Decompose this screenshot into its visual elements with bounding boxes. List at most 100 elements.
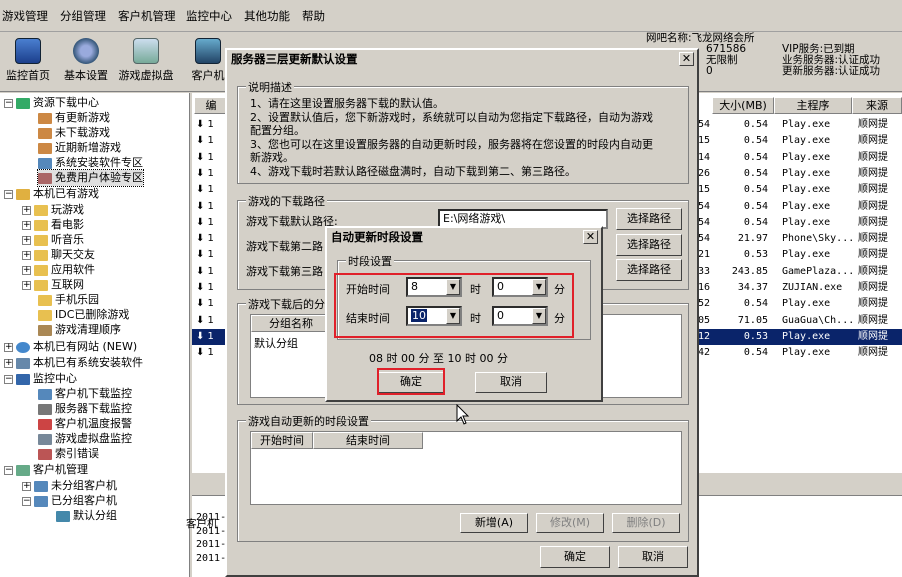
- table-cell: Play.exe: [782, 200, 831, 212]
- modify-period-button[interactable]: 修改(M): [536, 513, 604, 533]
- menu-game[interactable]: 游戏管理: [2, 8, 48, 24]
- table-cell: 52: [698, 298, 711, 310]
- table-cell: Play.exe: [782, 135, 831, 147]
- col-header-start-time[interactable]: 开始时间: [251, 432, 313, 449]
- table-cell: GamePlaza...: [782, 265, 855, 277]
- table-cell: 顺网提: [858, 167, 888, 179]
- game-icon: [38, 127, 52, 139]
- tree-root-download[interactable]: − 资源下载中心: [4, 95, 99, 111]
- time-summary: 08 时 00 分 至 10 时 00 分: [369, 352, 508, 365]
- tree-item-chat[interactable]: + 聊天交友: [22, 247, 95, 263]
- add-period-button[interactable]: 新增(A): [460, 513, 528, 533]
- tree-item-vdisk-monitor[interactable]: 游戏虚拟盘监控: [38, 431, 132, 447]
- table-cell: 05: [698, 314, 711, 326]
- info-zero: 0: [706, 65, 713, 77]
- table-cell: 243.85: [731, 265, 768, 277]
- tree-item-ungrouped-clients[interactable]: + 未分组客户机: [22, 478, 117, 494]
- tree-item-play-games[interactable]: + 玩游戏: [22, 202, 84, 218]
- tree-item-free-trial[interactable]: 免费用户体验专区: [37, 169, 144, 187]
- col-header-size[interactable]: 大小(MB): [712, 97, 774, 114]
- table-cell: 54: [698, 216, 711, 228]
- time-cancel-button[interactable]: 取消: [475, 372, 547, 393]
- table-cell: 顺网提: [858, 314, 888, 326]
- tree-item-mobile[interactable]: 手机乐园: [38, 292, 99, 308]
- highlight-time-settings: [334, 273, 574, 338]
- toolbar-monitor-button[interactable]: 监控首页: [0, 34, 56, 88]
- user-icon: [38, 172, 52, 184]
- tree-item-recent[interactable]: 近期新增游戏: [38, 140, 121, 156]
- table-cell: 顺网提: [858, 151, 888, 163]
- download-arrow-icon: ⬇ 1: [196, 265, 214, 277]
- table-cell: 顺网提: [858, 282, 888, 293]
- broom-icon: [38, 324, 52, 336]
- col-header-source[interactable]: 来源: [852, 97, 902, 114]
- highlight-ok-button: [377, 368, 445, 395]
- group-row-default[interactable]: 默认分组: [254, 335, 298, 351]
- col-header-group-name[interactable]: 分组名称: [251, 315, 331, 332]
- tree-item-idc-deleted[interactable]: IDC已删除游戏: [38, 307, 129, 323]
- close-icon[interactable]: ✕: [679, 52, 694, 66]
- table-cell: 0.53: [743, 330, 768, 342]
- tree-item-grouped-clients[interactable]: − 已分组客户机: [22, 493, 117, 509]
- tree-root-client-management[interactable]: − 客户机管理: [4, 462, 88, 478]
- table-cell: 顺网提: [858, 200, 888, 212]
- tree-item-apps[interactable]: + 应用软件: [22, 262, 95, 278]
- menu-group[interactable]: 分组管理: [60, 8, 106, 24]
- tree-item-client-download-monitor[interactable]: 客户机下载监控: [38, 386, 132, 402]
- table-cell: 0.54: [743, 347, 768, 359]
- toolbar-settings-button[interactable]: 基本设置: [58, 34, 114, 88]
- choose-path2-button[interactable]: 选择路径: [616, 234, 682, 256]
- col-header-id[interactable]: 编: [194, 97, 228, 114]
- tree-item-not-downloaded[interactable]: 未下载游戏: [38, 125, 110, 141]
- virtual-disk-icon: [38, 433, 52, 445]
- tree-root-monitor[interactable]: − 监控中心: [4, 371, 77, 387]
- computer-icon: [56, 510, 70, 522]
- delete-period-button[interactable]: 删除(D): [612, 513, 680, 533]
- table-cell: Phone\Sky...: [782, 233, 855, 245]
- software-icon: [38, 157, 52, 169]
- tree-item-internet[interactable]: + 互联网: [22, 277, 84, 293]
- log-lines: 2011- 2011- 2011- 2011-: [196, 512, 227, 564]
- toolbar-client-button[interactable]: 客户机: [186, 34, 230, 88]
- tree-item-cleanup-order[interactable]: 游戏清理顺序: [38, 322, 121, 338]
- tree-root-sys-software[interactable]: + 本机已有系统安装软件: [4, 355, 143, 371]
- tree-root-websites[interactable]: + 本机已有网站 (NEW): [4, 339, 137, 355]
- client-icon: [34, 480, 48, 492]
- tree-item-updated[interactable]: 有更新游戏: [38, 110, 110, 126]
- choose-path3-button[interactable]: 选择路径: [616, 259, 682, 281]
- toolbar-vdisk-button[interactable]: 游戏虚拟盘: [118, 34, 174, 88]
- folder-icon: [34, 219, 48, 231]
- tree-item-music[interactable]: + 听音乐: [22, 232, 84, 248]
- game-icon: [38, 112, 52, 124]
- folder-icon: [34, 264, 48, 276]
- download-arrow-icon: ⬇ 1: [196, 119, 214, 130]
- table-cell: 0.54: [743, 200, 768, 212]
- monitor-icon: [16, 373, 30, 385]
- menu-other[interactable]: 其他功能: [244, 8, 290, 24]
- tree-item-movies[interactable]: + 看电影: [22, 217, 84, 233]
- tree-item-default-group[interactable]: 默认分组: [56, 508, 117, 524]
- dialog-ok-button[interactable]: 确定: [540, 546, 610, 568]
- folder-icon: [38, 294, 52, 306]
- menu-client[interactable]: 客户机管理: [118, 8, 176, 24]
- menu-help[interactable]: 帮助: [302, 8, 325, 24]
- table-cell: 34.37: [737, 282, 768, 293]
- path3-label: 游戏下载第三路: [246, 265, 323, 278]
- tree-root-local-games[interactable]: − 本机已有游戏: [4, 186, 99, 202]
- download-arrow-icon: ⬇ 1: [196, 184, 214, 196]
- table-cell: 26: [698, 167, 711, 179]
- choose-path1-button[interactable]: 选择路径: [616, 208, 682, 230]
- col-header-exe[interactable]: 主程序: [774, 97, 852, 114]
- tree-item-temp-alarm[interactable]: 客户机温度报警: [38, 416, 132, 432]
- dialog-cancel-button[interactable]: 取消: [618, 546, 688, 568]
- thermometer-icon: [38, 418, 52, 430]
- close-icon[interactable]: ✕: [583, 230, 598, 244]
- col-header-end-time[interactable]: 结束时间: [313, 432, 423, 449]
- table-cell: 顺网提: [858, 216, 888, 228]
- tree-item-server-download-monitor[interactable]: 服务器下载监控: [38, 401, 132, 417]
- download-arrow-icon: ⬇ 1: [196, 347, 214, 359]
- tree-item-index-error[interactable]: 索引错误: [38, 446, 99, 462]
- tree-item-system-software[interactable]: 系统安装软件专区: [38, 155, 143, 171]
- menu-monitor[interactable]: 监控中心: [186, 8, 232, 24]
- table-cell: 16: [698, 282, 711, 293]
